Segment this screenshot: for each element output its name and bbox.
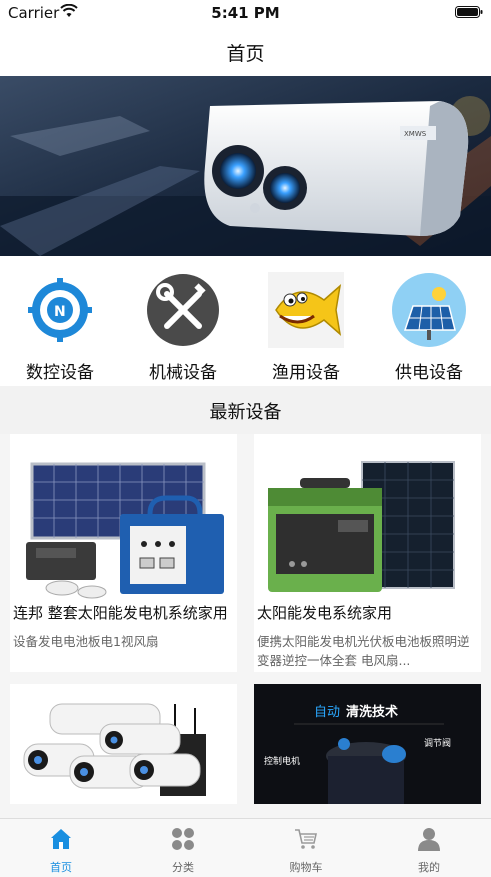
- cnc-gear-icon: N: [22, 272, 98, 348]
- svg-text:N: N: [54, 304, 66, 320]
- home-icon: [51, 829, 71, 849]
- status-bar: Carrier 5:41 PM: [0, 0, 491, 28]
- battery-icon: [455, 6, 483, 18]
- product-title: 连邦 整套太阳能发电机系统家用: [13, 604, 228, 622]
- category-fishing[interactable]: 渔用设备: [246, 272, 366, 383]
- tools-icon: [145, 272, 221, 348]
- tab-label: 我的: [418, 861, 440, 874]
- fish-icon: [268, 272, 344, 348]
- category-label: 渔用设备: [272, 363, 340, 383]
- product-card[interactable]: 太阳能发电系统家用 便携太阳能发电机光伏板电池板照明逆变器逆控一体全套 电风扇.…: [254, 434, 481, 672]
- adjust-valve-label: 调节阀: [424, 738, 451, 749]
- section-title: 最新设备: [209, 402, 282, 423]
- solar-panel-icon: [391, 272, 467, 348]
- category-power[interactable]: 供电设备: [369, 272, 489, 383]
- product-desc: 便携太阳能发电机光伏板电池板照明逆变器逆控一体全套 电风扇...: [257, 634, 470, 668]
- control-motor-label: 控制电机: [264, 755, 300, 767]
- cart-icon: [295, 829, 317, 849]
- product-image: 自动 清洗技术 控制电机 调节阀: [254, 684, 481, 804]
- product-card[interactable]: 连邦 整套太阳能发电机系统家用 设备发电电池板电1视风扇: [10, 434, 237, 672]
- banner-carousel[interactable]: XMWS: [0, 76, 491, 256]
- product-desc: 设备发电电池板电1视风扇: [13, 634, 159, 649]
- category-icon: [172, 828, 194, 850]
- category-label: 数控设备: [26, 363, 94, 383]
- nav-bar: 首页: [0, 28, 491, 76]
- product-grid[interactable]: 连邦 整套太阳能发电机系统家用 设备发电电池板电1视风扇 太阳能发电系统家用 便…: [0, 434, 491, 818]
- tab-label: 购物车: [289, 861, 323, 874]
- tab-label: 首页: [50, 861, 72, 874]
- tab-label: 分类: [172, 861, 194, 874]
- category-grid: N 数控设备 机械设备 渔用设备 供电设备: [0, 256, 491, 386]
- product-card[interactable]: [10, 684, 237, 804]
- page-title: 首页: [226, 43, 265, 65]
- category-cnc[interactable]: N 数控设备: [0, 272, 120, 383]
- section-header: 最新设备: [0, 386, 491, 434]
- product-card[interactable]: 自动 清洗技术 控制电机 调节阀: [254, 684, 481, 804]
- tab-cart[interactable]: 购物车: [245, 819, 367, 877]
- product-title: 太阳能发电系统家用: [257, 604, 393, 622]
- tab-home[interactable]: 首页: [0, 819, 122, 877]
- category-mechanical[interactable]: 机械设备: [123, 272, 243, 383]
- svg-text:XMWS: XMWS: [404, 130, 427, 138]
- category-label: 机械设备: [149, 363, 217, 383]
- banner-text-a: 自动: [314, 705, 340, 720]
- status-time: 5:41 PM: [211, 4, 280, 22]
- banner-text-b: 清洗技术: [346, 704, 398, 720]
- product-image: [254, 454, 481, 602]
- tab-category[interactable]: 分类: [122, 819, 244, 877]
- banner-image: XMWS: [0, 76, 491, 256]
- user-icon: [418, 828, 440, 851]
- product-image: [10, 684, 237, 804]
- tab-bar: 首页 分类 购物车 我的: [0, 818, 491, 877]
- product-image: [10, 454, 237, 602]
- tab-profile[interactable]: 我的: [368, 819, 490, 877]
- category-label: 供电设备: [395, 363, 463, 383]
